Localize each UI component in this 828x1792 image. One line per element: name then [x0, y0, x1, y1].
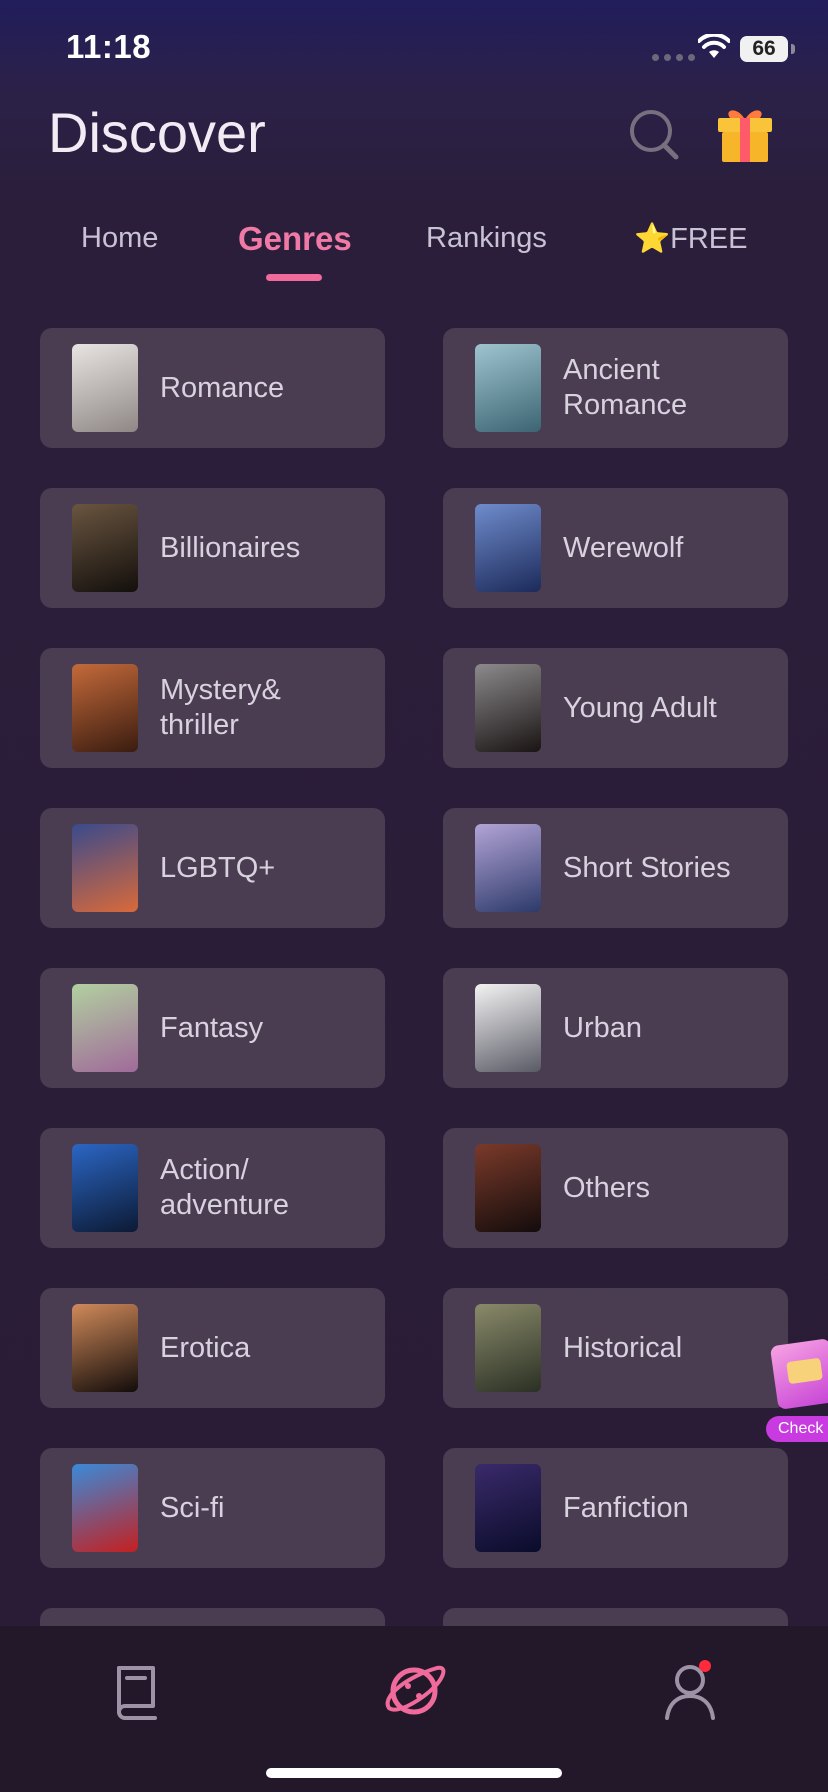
genre-cover-image: [72, 504, 138, 592]
status-time: 11:18: [66, 28, 152, 65]
gift-button[interactable]: [714, 104, 776, 166]
wifi-icon: [698, 34, 730, 58]
genre-card-erotica[interactable]: Erotica: [40, 1288, 385, 1408]
genre-cover-image: [72, 664, 138, 752]
genre-cover-image: [72, 344, 138, 432]
gift-box-icon: [769, 1338, 828, 1410]
active-tab-indicator: [266, 274, 322, 281]
genre-cover-image: [475, 504, 541, 592]
genre-label: Young Adult: [563, 691, 717, 724]
genre-label: LGBTQ+: [160, 851, 276, 884]
genre-label: Werewolf: [563, 531, 684, 564]
tab-free[interactable]: ⭐FREE: [634, 222, 747, 256]
genre-cover-image: [475, 1304, 541, 1392]
search-icon: [630, 110, 679, 160]
genre-card-ancient-romance[interactable]: Ancient Romance: [443, 328, 788, 448]
genre-card-short-stories[interactable]: Short Stories: [443, 808, 788, 928]
genre-card-billionaires[interactable]: Billionaires: [40, 488, 385, 608]
genre-cover-image: [72, 1144, 138, 1232]
tab-genres[interactable]: Genres: [238, 220, 352, 258]
genre-label: Short Stories: [563, 851, 731, 884]
check-in-label: Check: [766, 1416, 828, 1442]
genre-label: Action/ adventure: [160, 1154, 289, 1221]
genre-cover-image: [475, 984, 541, 1072]
genre-label: Others: [563, 1171, 651, 1204]
genre-card-historical[interactable]: Historical: [443, 1288, 788, 1408]
genre-cover-image: [475, 1464, 541, 1552]
battery-indicator: 66: [740, 36, 788, 62]
genre-cover-image: [72, 824, 138, 912]
genre-cover-image: [475, 344, 541, 432]
home-indicator: [266, 1768, 562, 1778]
genre-label: Sci-fi: [160, 1491, 225, 1524]
status-bar: 11:18 66: [0, 0, 828, 100]
genre-card-lgbtq[interactable]: LGBTQ+: [40, 808, 385, 928]
tab-rankings[interactable]: Rankings: [426, 222, 547, 255]
genre-label: Urban: [563, 1011, 642, 1044]
genre-cover-image: [475, 664, 541, 752]
genre-cover-image: [72, 984, 138, 1072]
genre-label: Mystery& thriller: [160, 674, 281, 741]
genre-label: Fanfiction: [563, 1491, 689, 1524]
genre-grid: Romance Ancient Romance Billionaires Wer…: [40, 328, 788, 1568]
genre-cover-image: [72, 1464, 138, 1552]
tab-home[interactable]: Home: [81, 222, 158, 255]
nav-discover[interactable]: [379, 1656, 449, 1726]
genre-label: Fantasy: [160, 1011, 264, 1044]
search-button[interactable]: [626, 106, 684, 164]
nav-profile[interactable]: [655, 1656, 725, 1726]
genre-card-werewolf[interactable]: Werewolf: [443, 488, 788, 608]
planet-icon: [385, 1665, 446, 1715]
genre-card-romance[interactable]: Romance: [40, 328, 385, 448]
genre-card-action-adventure[interactable]: Action/ adventure: [40, 1128, 385, 1248]
battery-tip: [791, 44, 795, 54]
genre-card-mystery-thriller[interactable]: Mystery& thriller: [40, 648, 385, 768]
notification-dot: [699, 1660, 711, 1672]
gift-icon: [718, 110, 772, 162]
genre-label: Erotica: [160, 1331, 251, 1364]
check-in-floating-button[interactable]: Check: [766, 1336, 828, 1442]
genre-card-young-adult[interactable]: Young Adult: [443, 648, 788, 768]
genre-card-partial[interactable]: [443, 1608, 788, 1628]
genre-cover-image: [475, 824, 541, 912]
genre-card-fanfiction[interactable]: Fanfiction: [443, 1448, 788, 1568]
genre-cover-image: [475, 1144, 541, 1232]
genre-label: Ancient Romance: [563, 354, 688, 421]
genre-card-others[interactable]: Others: [443, 1128, 788, 1248]
genre-label: Historical: [563, 1331, 683, 1364]
genre-card-sci-fi[interactable]: Sci-fi: [40, 1448, 385, 1568]
genre-cover-image: [72, 1304, 138, 1392]
genre-label: Romance: [160, 371, 285, 404]
genre-card-urban[interactable]: Urban: [443, 968, 788, 1088]
genre-card-partial[interactable]: [40, 1608, 385, 1628]
tab-bar: Home Genres Rankings ⭐FREE: [0, 220, 828, 292]
page-title: Discover: [48, 101, 266, 164]
genre-label: Billionaires: [160, 531, 301, 564]
cellular-signal-icon: [652, 54, 695, 61]
nav-library[interactable]: [103, 1656, 173, 1726]
genre-card-fantasy[interactable]: Fantasy: [40, 968, 385, 1088]
book-icon: [117, 1666, 157, 1720]
user-icon: [665, 1665, 715, 1720]
